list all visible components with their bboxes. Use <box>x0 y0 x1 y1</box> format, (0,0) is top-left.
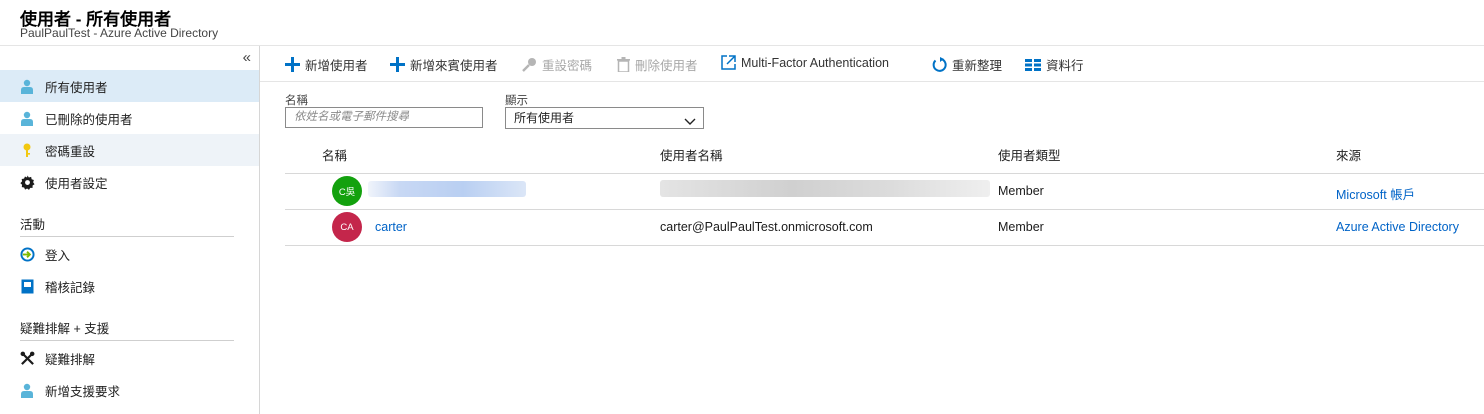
user-type-cell: Member <box>998 184 1044 198</box>
column-header-name[interactable]: 名稱 <box>322 145 347 164</box>
sidebar-item-label: 密碼重設 <box>45 144 96 159</box>
user-icon <box>19 110 35 126</box>
new-guest-user-button[interactable]: 新增來賓使用者 <box>390 55 498 74</box>
new-user-button[interactable]: 新增使用者 <box>285 55 368 74</box>
gear-icon <box>19 174 35 190</box>
key-icon <box>19 142 35 158</box>
command-bar: 新增使用者 新增來賓使用者 重設密碼 刪除使用者 Multi-Factor Au… <box>260 46 1484 82</box>
columns-button[interactable]: 資料行 <box>1025 55 1084 74</box>
columns-label: 資料行 <box>1046 59 1084 73</box>
key-icon <box>522 57 537 72</box>
avatar: C吳 <box>332 176 362 206</box>
columns-icon <box>1025 58 1041 71</box>
redacted-username <box>660 180 990 197</box>
show-filter-value: 所有使用者 <box>514 111 575 125</box>
sidebar-item-password-reset[interactable]: 密碼重設 <box>0 134 259 166</box>
user-type-cell: Member <box>998 220 1044 234</box>
mfa-label: Multi-Factor Authentication <box>741 55 889 70</box>
new-user-label: 新增使用者 <box>305 59 368 73</box>
sidebar-item-label: 疑難排解 <box>45 352 96 367</box>
delete-user-button[interactable]: 刪除使用者 <box>617 55 698 74</box>
sidebar-item-label: 已刪除的使用者 <box>45 112 133 127</box>
table-divider <box>285 209 1484 210</box>
external-link-icon <box>721 55 736 70</box>
avatar: CA <box>332 212 362 242</box>
sidebar-item-deleted-users[interactable]: 已刪除的使用者 <box>0 102 259 134</box>
sidebar-item-new-support-request[interactable]: 新增支援要求 <box>0 374 259 406</box>
source-link[interactable]: Azure Active Directory <box>1336 220 1459 234</box>
delete-user-label: 刪除使用者 <box>635 59 698 73</box>
name-filter-label: 名稱 <box>285 95 308 107</box>
section-divider <box>20 340 234 341</box>
sidebar: « 所有使用者 已刪除的使用者 密碼重設 使用者設定 活動 登入 稽核記錄 疑難… <box>0 46 260 414</box>
sidebar-item-sign-ins[interactable]: 登入 <box>0 238 259 270</box>
plus-icon <box>285 57 300 72</box>
refresh-button[interactable]: 重新整理 <box>932 55 1002 74</box>
trash-icon <box>617 57 630 72</box>
sidebar-item-label: 所有使用者 <box>45 80 108 95</box>
refresh-icon <box>932 56 947 73</box>
user-icon <box>19 78 35 94</box>
plus-icon <box>390 57 405 72</box>
sidebar-item-label: 登入 <box>45 248 71 263</box>
mfa-button[interactable]: Multi-Factor Authentication <box>721 55 889 70</box>
sidebar-item-troubleshoot[interactable]: 疑難排解 <box>0 342 259 374</box>
sidebar-item-label: 稽核記錄 <box>45 280 96 295</box>
sidebar-item-all-users[interactable]: 所有使用者 <box>0 70 259 102</box>
show-filter-dropdown[interactable]: 所有使用者 <box>505 107 704 129</box>
section-divider <box>20 236 234 237</box>
page-subtitle: PaulPaulTest - Azure Active Directory <box>20 26 219 40</box>
user-name-link[interactable]: carter <box>375 220 407 234</box>
section-title-troubleshooting: 疑難排解 + 支援 <box>20 322 110 336</box>
reset-password-label: 重設密碼 <box>542 59 593 73</box>
new-guest-label: 新增來賓使用者 <box>410 59 498 73</box>
table-divider <box>285 173 1484 174</box>
table-divider <box>285 245 1484 246</box>
show-filter-label: 顯示 <box>505 95 528 107</box>
audit-log-icon <box>19 278 35 294</box>
sidebar-item-audit-logs[interactable]: 稽核記錄 <box>0 270 259 302</box>
section-title-activity: 活動 <box>20 218 46 232</box>
sidebar-item-label: 新增支援要求 <box>45 384 121 399</box>
redacted-name <box>368 181 526 197</box>
collapse-sidebar-button[interactable]: « <box>243 49 251 66</box>
sidebar-item-label: 使用者設定 <box>45 176 108 191</box>
username-cell: carter@PaulPaulTest.onmicrosoft.com <box>660 220 873 234</box>
column-header-source[interactable]: 來源 <box>1336 145 1361 164</box>
support-user-icon <box>19 382 35 398</box>
chevron-down-icon <box>684 112 696 132</box>
wrench-icon <box>19 350 35 366</box>
sign-in-icon <box>19 246 35 262</box>
sidebar-item-user-settings[interactable]: 使用者設定 <box>0 166 259 198</box>
refresh-label: 重新整理 <box>952 59 1003 73</box>
column-header-user-type[interactable]: 使用者類型 <box>998 145 1061 164</box>
reset-password-button[interactable]: 重設密碼 <box>522 55 592 74</box>
source-link[interactable]: Microsoft 帳戶 <box>1336 184 1415 203</box>
blade-header: 使用者 - 所有使用者 PaulPaulTest - Azure Active … <box>0 0 1484 46</box>
column-header-username[interactable]: 使用者名稱 <box>660 145 723 164</box>
search-input[interactable]: 依姓名或電子郵件搜尋 <box>285 107 483 128</box>
